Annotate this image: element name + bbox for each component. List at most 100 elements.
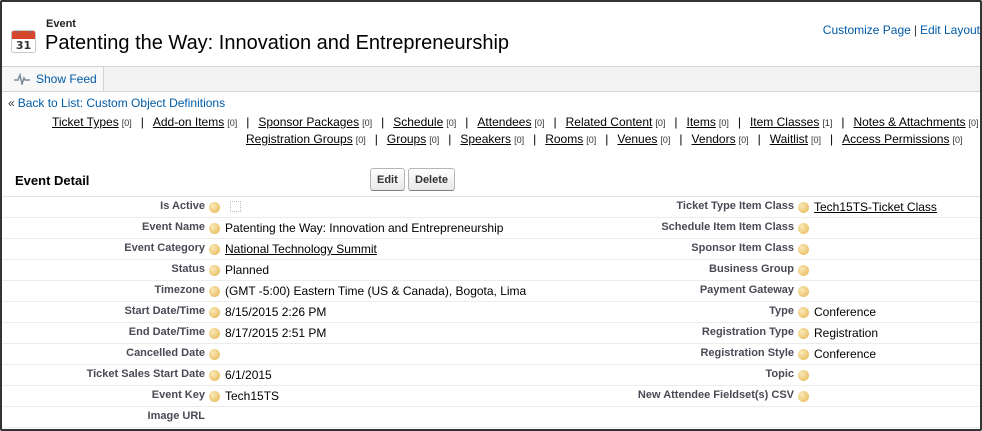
feed-pulse-icon <box>14 73 30 85</box>
related-list-count: [0] <box>718 118 729 128</box>
related-list-count: [0] <box>655 118 666 128</box>
related-list-count: [0] <box>446 118 457 128</box>
related-list-count: [0] <box>514 135 525 145</box>
related-list-count: [0] <box>362 118 373 128</box>
related-list-item[interactable]: Notes & Attachments [0] <box>853 115 978 129</box>
related-list-link[interactable]: Attendees <box>477 115 531 129</box>
help-icon[interactable] <box>798 307 809 318</box>
related-list-link[interactable]: Items <box>686 115 715 129</box>
detail-row: Timezone (GMT -5:00) Eastern Time (US & C… <box>2 281 980 302</box>
related-list-item[interactable]: Speakers [0] <box>460 132 524 146</box>
help-icon[interactable] <box>209 391 220 402</box>
help-icon[interactable] <box>798 391 809 402</box>
related-list-link[interactable]: Ticket Types <box>52 115 119 129</box>
help-icon[interactable] <box>209 244 220 255</box>
related-list-count: [0] <box>738 135 749 145</box>
related-list-item[interactable]: Add-on Items [0] <box>153 115 237 129</box>
related-list-item[interactable]: Related Content [0] <box>566 115 666 129</box>
related-list-item[interactable]: Rooms [0] <box>545 132 596 146</box>
related-list-item[interactable]: Vendors [0] <box>692 132 749 146</box>
related-list-link[interactable]: Sponsor Packages <box>258 115 359 129</box>
detail-row: Is Active Ticket Type Item Class Tech15TS-… <box>2 197 980 218</box>
field-label: New Attendee Fieldset(s) CSV <box>637 389 794 401</box>
help-icon[interactable] <box>209 265 220 276</box>
related-list-item[interactable]: Ticket Types [0] <box>52 115 132 129</box>
edit-layout-link[interactable]: Edit Layout <box>920 23 980 37</box>
related-list-item[interactable]: Sponsor Packages [0] <box>258 115 372 129</box>
help-icon[interactable] <box>798 286 809 297</box>
help-icon[interactable] <box>209 286 220 297</box>
field-value[interactable]: Tech15TS-Ticket Class <box>814 200 937 214</box>
related-list-item[interactable]: Access Permissions [0] <box>842 132 962 146</box>
related-list-link[interactable]: Rooms <box>545 132 583 146</box>
page-header: 31 Event Patenting the Way: Innovation a… <box>2 2 980 66</box>
related-list-link[interactable]: Groups <box>387 132 426 146</box>
detail-row: Image URL <box>2 407 980 428</box>
edit-button[interactable]: Edit <box>370 168 405 191</box>
related-list-item[interactable]: Items [0] <box>686 115 728 129</box>
field-value-link[interactable]: National Technology Summit <box>225 242 377 256</box>
page-title: Patenting the Way: Innovation and Entrep… <box>45 32 510 54</box>
related-list-count: [0] <box>586 135 597 145</box>
customize-page-link[interactable]: Customize Page <box>823 23 911 37</box>
help-icon[interactable] <box>798 244 809 255</box>
help-icon[interactable] <box>209 307 220 318</box>
related-list-item[interactable]: Waitlist [0] <box>770 132 821 146</box>
back-to-list-label: Back to List: Custom Object Definitions <box>17 96 226 110</box>
related-list-link[interactable]: Registration Groups <box>246 132 353 146</box>
related-list-separator: | <box>841 115 845 129</box>
related-list-item[interactable]: Item Classes [1] <box>750 115 832 129</box>
related-list-item[interactable]: Attendees [0] <box>477 115 544 129</box>
related-list-link[interactable]: Add-on Items <box>153 115 224 129</box>
help-icon[interactable] <box>209 349 220 360</box>
help-icon[interactable] <box>798 223 809 234</box>
field-value-link[interactable]: Tech15TS-Ticket Class <box>814 200 937 214</box>
related-list-item[interactable]: Groups [0] <box>387 132 439 146</box>
related-list-link[interactable]: Waitlist <box>770 132 808 146</box>
field-label: Event Category <box>124 242 205 254</box>
related-list-item[interactable]: Venues [0] <box>617 132 670 146</box>
related-list-link[interactable]: Vendors <box>692 132 736 146</box>
related-list-count: [0] <box>355 135 366 145</box>
related-list-separator: | <box>829 132 834 146</box>
field-value: 6/1/2015 <box>225 368 272 382</box>
is-active-checkbox <box>230 201 241 212</box>
related-list-link[interactable]: Venues <box>617 132 657 146</box>
related-list-link[interactable]: Notes & Attachments <box>853 115 965 129</box>
help-icon[interactable] <box>798 328 809 339</box>
related-list-link[interactable]: Item Classes <box>750 115 819 129</box>
help-icon[interactable] <box>209 370 220 381</box>
related-list-item[interactable]: Schedule [0] <box>393 115 456 129</box>
link-separator: | <box>913 23 917 37</box>
back-to-list-link[interactable]: «Back to List: Custom Object Definitions <box>8 96 225 110</box>
detail-row: Event Category National Technology Summit… <box>2 239 980 260</box>
related-list-count: [0] <box>952 135 963 145</box>
related-list-separator: | <box>533 132 537 146</box>
related-list-link[interactable]: Related Content <box>566 115 653 129</box>
related-list-count: [0] <box>810 135 821 145</box>
help-icon[interactable] <box>798 370 809 381</box>
calendar-icon: 31 <box>11 30 36 53</box>
detail-section-title: Event Detail <box>15 173 90 188</box>
related-list-link[interactable]: Schedule <box>393 115 443 129</box>
field-label: Type <box>769 305 794 317</box>
related-list-separator: | <box>679 132 683 146</box>
help-icon[interactable] <box>209 328 220 339</box>
show-feed-button[interactable]: Show Feed <box>2 67 104 91</box>
related-list-item[interactable]: Registration Groups [0] <box>246 132 366 146</box>
help-icon[interactable] <box>798 265 809 276</box>
field-label: Timezone <box>154 284 205 296</box>
related-list-separator: | <box>674 115 678 129</box>
header-links: Customize Page | Edit Layout <box>823 23 980 37</box>
field-value[interactable]: National Technology Summit <box>225 242 377 256</box>
field-value: 8/15/2015 2:26 PM <box>225 305 327 319</box>
help-icon[interactable] <box>209 223 220 234</box>
help-icon[interactable] <box>798 349 809 360</box>
calendar-day: 31 <box>15 39 32 52</box>
help-icon[interactable] <box>798 202 809 213</box>
help-icon[interactable] <box>209 202 220 213</box>
delete-button[interactable]: Delete <box>408 168 456 191</box>
related-list-link[interactable]: Access Permissions <box>842 132 949 146</box>
field-label: Ticket Sales Start Date <box>86 368 205 380</box>
related-list-link[interactable]: Speakers <box>460 132 511 146</box>
